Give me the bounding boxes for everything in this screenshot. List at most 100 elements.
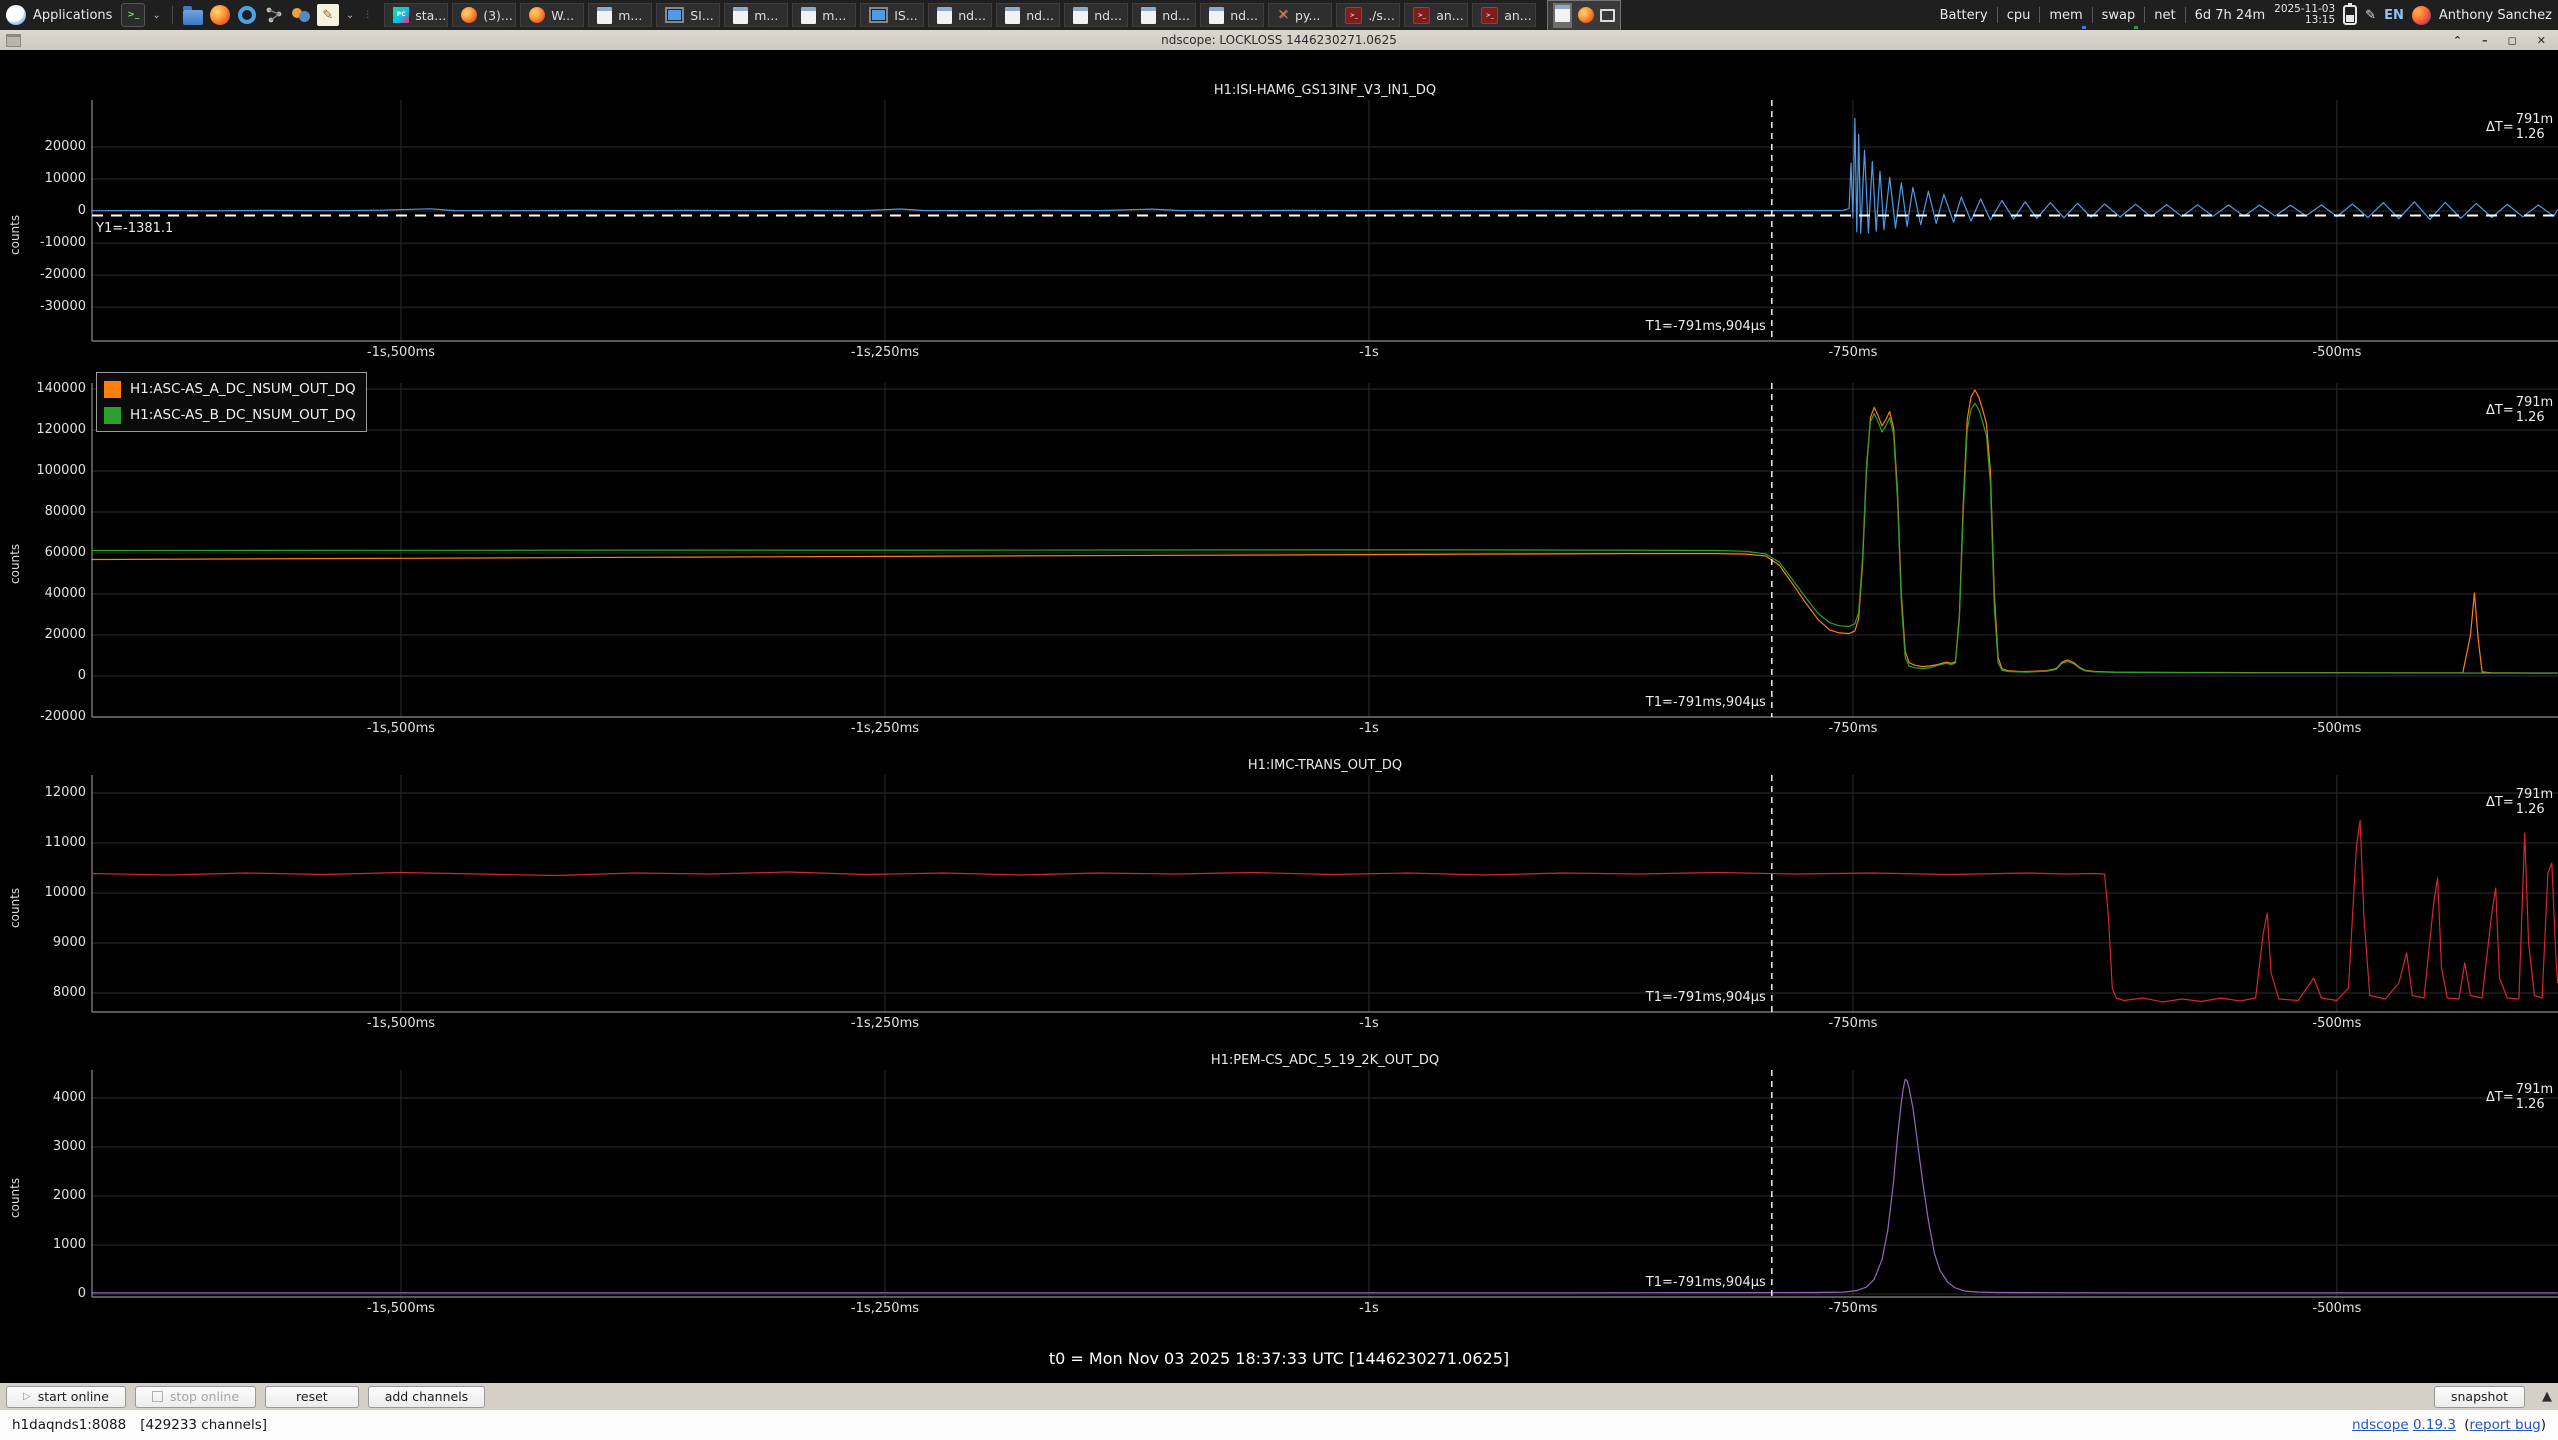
taskbar-window-button[interactable]: m... [724, 3, 788, 27]
taskbar-window-button[interactable]: IS... [860, 3, 924, 27]
swap-indicator[interactable]: swap [2101, 8, 2137, 23]
user-name[interactable]: Anthony Sanchez [2439, 8, 2552, 23]
chevron-down-icon[interactable]: ⌄ [346, 10, 354, 21]
version-link[interactable]: 0.19.3 [2413, 1417, 2456, 1433]
close-button[interactable]: ✕ [2537, 34, 2546, 47]
taskbar-window-button[interactable]: >_an... [1404, 3, 1468, 27]
keyboard-layout[interactable]: EN [2384, 8, 2404, 23]
expander-triangle-icon[interactable]: ▲ [2542, 1389, 2552, 1404]
taskbar-window-label: py... [1295, 8, 1320, 23]
taskbar-window-label: nd... [1094, 8, 1122, 23]
firefox-window-icon[interactable] [1578, 7, 1594, 23]
firefox-icon [461, 7, 477, 23]
control-bar: ▷ start online stop online reset add cha… [0, 1383, 2558, 1410]
monitor-icon [665, 7, 684, 23]
panel-handle: ⋮ [363, 10, 373, 20]
stop-online-button[interactable]: stop online [135, 1386, 256, 1408]
separator [172, 6, 173, 24]
window-icon [1209, 7, 1224, 24]
taskbar-window-label: SI... [690, 8, 714, 23]
stop-icon [152, 1391, 163, 1402]
window-icon [1141, 7, 1156, 24]
taskbar-window-label: nd... [1026, 8, 1054, 23]
channel-count: [429233 channels] [140, 1417, 267, 1433]
window-icon [801, 7, 816, 24]
browser-launcher-icon[interactable] [236, 4, 258, 26]
taskbar-window-label: an... [1504, 8, 1532, 23]
start-online-button[interactable]: ▷ start online [6, 1386, 126, 1408]
taskbar-window-label: m... [822, 8, 846, 23]
add-channels-button[interactable]: add channels [368, 1386, 485, 1408]
status-bar: h1daqnds1:8088 [429233 channels] ndscope… [0, 1410, 2558, 1440]
terminal-red-icon: >_ [1481, 7, 1498, 24]
taskbar-window-button[interactable]: nd... [928, 3, 992, 27]
taskbar-window-button[interactable]: (3)... [452, 3, 516, 27]
shade-button[interactable]: ⌃ [2453, 34, 2462, 47]
taskbar-window-button[interactable]: nd... [996, 3, 1060, 27]
taskbar-window-label: m... [754, 8, 778, 23]
window-outline-icon[interactable] [1600, 9, 1615, 22]
share-launcher-icon[interactable] [263, 4, 285, 26]
users-launcher-icon[interactable] [290, 4, 312, 26]
clock-time: 13:15 [2305, 14, 2335, 26]
taskbar-window-button[interactable]: >_./s... [1336, 3, 1400, 27]
taskbar-window-button[interactable]: nd... [1200, 3, 1264, 27]
notes-launcher-icon[interactable]: ✎ [317, 4, 339, 26]
taskbar-window-button[interactable]: m... [792, 3, 856, 27]
report-bug-link[interactable]: report bug [2470, 1417, 2541, 1433]
pen-icon[interactable]: ✎ [2365, 8, 2376, 23]
taskbar-window-label: nd... [1230, 8, 1258, 23]
active-window-icon[interactable] [1553, 3, 1572, 28]
taskbar-window-label: W... [551, 8, 574, 23]
uptime-indicator: 6d 7h 24m [2194, 8, 2267, 23]
user-avatar[interactable] [2412, 6, 2431, 25]
taskbar-window-button[interactable]: PC sta... [384, 3, 448, 27]
window-icon [937, 7, 952, 24]
net-indicator[interactable]: net [2153, 8, 2176, 23]
window-titlebar[interactable]: ndscope: LOCKLOSS 1446230271.0625 ⌃ – ◻ … [0, 30, 2558, 50]
taskbar-window-button[interactable]: nd... [1132, 3, 1196, 27]
taskbar-window-button[interactable]: SI... [656, 3, 720, 27]
battery-indicator[interactable]: Battery [1939, 8, 1989, 23]
window-button-list: PC sta... (3)... W... m... SI... m... m... IS...… [384, 3, 1536, 27]
taskbar-window-label: sta... [415, 8, 446, 23]
terminal-red-icon: >_ [1345, 7, 1362, 24]
cpu-indicator[interactable]: cpu [2006, 8, 2032, 23]
scope-canvas[interactable] [0, 0, 2558, 1440]
chevron-down-icon[interactable]: ⌄ [152, 10, 160, 21]
distro-logo-icon[interactable] [6, 5, 26, 25]
taskbar-window-button[interactable]: m... [588, 3, 652, 27]
taskbar-window-button[interactable]: ✕py... [1268, 3, 1332, 27]
pycharm-icon: PC [393, 7, 409, 23]
terminal-red-icon: >_ [1413, 7, 1430, 24]
taskbar-window-button[interactable]: W... [520, 3, 584, 27]
taskbar-indicators: Battery cpu mem swap net 6d 7h 24m 2025-… [1939, 4, 2552, 26]
window-title: ndscope: LOCKLOSS 1446230271.0625 [0, 33, 2558, 47]
mem-indicator[interactable]: mem [2048, 8, 2083, 23]
nds-server: h1daqnds1:8088 [12, 1417, 126, 1433]
reset-button[interactable]: reset [265, 1386, 359, 1408]
ndscope-link[interactable]: ndscope [2352, 1417, 2409, 1433]
window-icon [597, 7, 612, 24]
applications-menu[interactable]: Applications [33, 8, 112, 23]
minimize-button[interactable]: – [2482, 34, 2488, 47]
firefox-icon [529, 7, 545, 23]
taskbar-window-label: IS... [894, 8, 918, 23]
clock[interactable]: 2025-11-03 13:15 [2274, 4, 2335, 26]
taskbar-window-button[interactable]: >_ an... [1472, 3, 1536, 27]
terminal-launcher-icon[interactable]: >_ [121, 3, 145, 27]
taskbar-window-button[interactable]: nd... [1064, 3, 1128, 27]
taskbar-window-label: nd... [1162, 8, 1190, 23]
play-icon: ▷ [23, 1391, 31, 1402]
battery-icon[interactable] [2343, 5, 2357, 25]
snapshot-button[interactable]: snapshot [2434, 1386, 2525, 1408]
monitor-icon [869, 7, 888, 23]
bug-suffix: ) [2541, 1417, 2546, 1433]
window-icon [1073, 7, 1088, 24]
window-icon [1005, 7, 1020, 24]
taskbar-window-label: (3)... [483, 8, 513, 23]
files-launcher-icon[interactable] [182, 4, 204, 26]
maximize-button[interactable]: ◻ [2508, 34, 2517, 47]
taskbar-window-label: nd... [958, 8, 986, 23]
firefox-launcher-icon[interactable] [209, 4, 231, 26]
